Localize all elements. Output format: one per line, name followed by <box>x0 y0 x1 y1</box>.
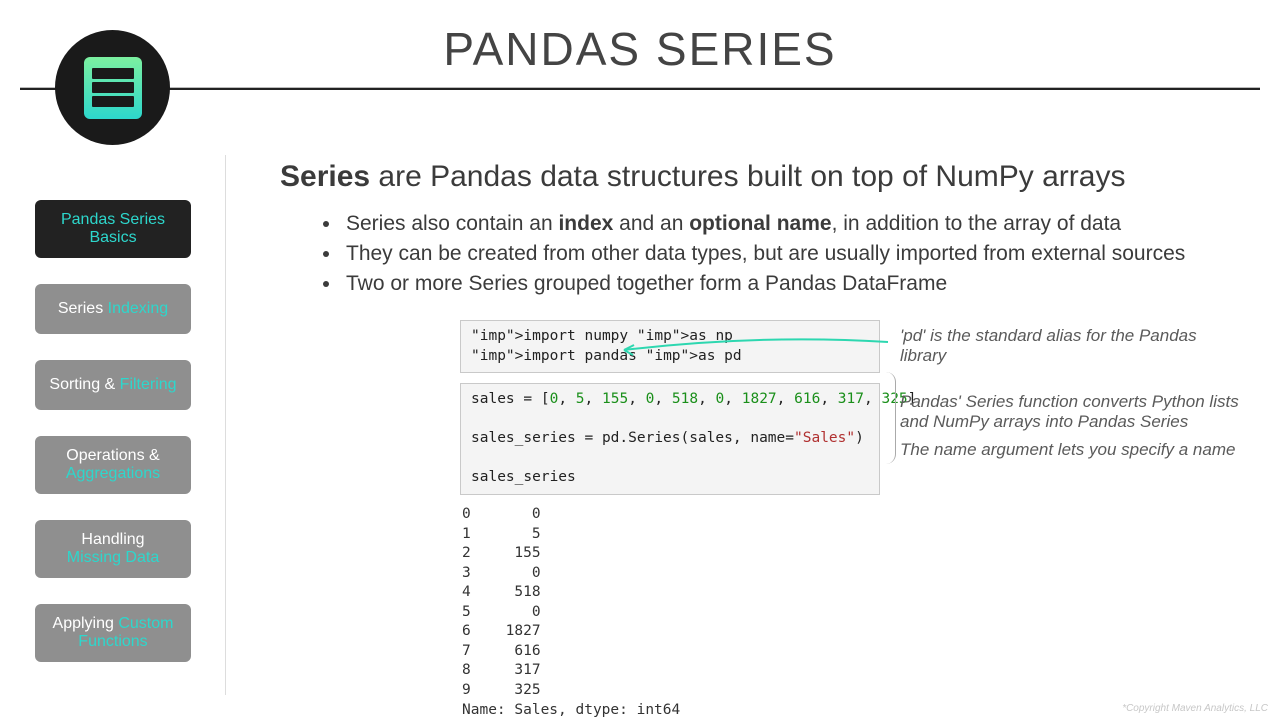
nav-sorting-filtering[interactable]: Sorting & Filtering <box>35 360 191 410</box>
sidebar: Pandas SeriesBasics Series Indexing Sort… <box>35 200 191 688</box>
logo-icon <box>84 57 142 119</box>
nav-series-indexing[interactable]: Series Indexing <box>35 284 191 334</box>
header: PANDAS SERIES <box>0 0 1280 90</box>
code-area: "imp">import numpy "imp">as np "imp">imp… <box>460 320 1240 720</box>
annotation-alias: 'pd' is the standard alias for the Panda… <box>900 326 1240 366</box>
copyright: *Copyright Maven Analytics, LLC <box>1122 703 1268 714</box>
annotation-series-fn: Pandas' Series function converts Python … <box>900 392 1240 432</box>
bullet-3: Two or more Series grouped together form… <box>342 272 1240 296</box>
logo <box>55 30 170 145</box>
arrow-icon <box>620 338 890 356</box>
vertical-divider <box>225 155 226 695</box>
nav-handling-missing-data[interactable]: HandlingMissing Data <box>35 520 191 578</box>
nav-operations-aggregations[interactable]: Operations &Aggregations <box>35 436 191 494</box>
bullet-1: Series also contain an index and an opti… <box>342 212 1240 236</box>
code-cell-series: sales = [0, 5, 155, 0, 518, 0, 1827, 616… <box>460 383 880 495</box>
header-rule <box>20 87 1260 90</box>
code-output: 0 0 1 5 2 155 3 0 4 518 5 0 6 1827 7 616… <box>462 505 1240 720</box>
brace-icon <box>882 372 896 464</box>
main-content: Series are Pandas data structures built … <box>280 160 1240 720</box>
bullet-list: Series also contain an index and an opti… <box>342 212 1240 296</box>
annotation-name-arg: The name argument lets you specify a nam… <box>900 440 1240 460</box>
page-title: PANDAS SERIES <box>0 0 1280 76</box>
nav-pandas-series-basics[interactable]: Pandas SeriesBasics <box>35 200 191 258</box>
nav-applying-custom-functions[interactable]: Applying CustomFunctions <box>35 604 191 662</box>
headline: Series are Pandas data structures built … <box>280 160 1240 194</box>
bullet-2: They can be created from other data type… <box>342 242 1240 266</box>
